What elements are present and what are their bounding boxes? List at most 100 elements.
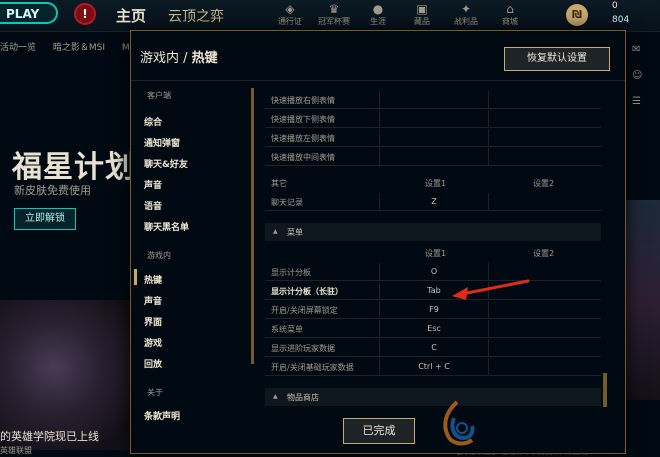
action-label: 开启/关闭基础玩家数据 xyxy=(271,363,354,372)
top-navigation-bar: PLAY ! 主页 云顶之弈 ◈ 通行证 ♛ 冠军杯赛 ● 生涯 ▣ 藏品 ✦ … xyxy=(0,0,660,32)
modal-title-main: 游戏内 xyxy=(140,51,180,66)
subnav-item[interactable]: 活动一览 xyxy=(0,43,36,53)
sidebar-scrollbar[interactable] xyxy=(251,88,254,364)
nav-profile-button[interactable]: ♛ 冠军杯赛 xyxy=(312,0,356,32)
nav-bag-button[interactable]: ▣ 藏品 xyxy=(400,0,444,32)
sidebar-item-blocklist[interactable]: 聊天黑名单 xyxy=(144,220,189,233)
action-label: 快速播放中间表情 xyxy=(271,153,335,162)
done-button[interactable]: 已完成 xyxy=(343,418,415,444)
key-binding-slot-1[interactable]: Tab xyxy=(379,282,489,300)
column-header-setting-2: 设置2 xyxy=(533,249,555,258)
loot-icon: ✦ xyxy=(460,2,472,16)
table-row: 系统菜单 Esc xyxy=(265,320,601,338)
sidebar-item-terms[interactable]: 条款声明 xyxy=(144,409,180,422)
table-row: 开启/关闭基础玩家数据 Ctrl + C xyxy=(265,358,601,376)
nav-loot-label: 战利品 xyxy=(454,17,478,26)
key-binding-slot-1[interactable]: F9 xyxy=(379,301,489,319)
sidebar-item-chat-friends[interactable]: 聊天&好友 xyxy=(144,157,188,170)
menu-section-header: 设置1 设置2 xyxy=(265,244,601,262)
key-binding-slot-1[interactable]: Esc xyxy=(379,320,489,338)
table-row: 开启/关闭屏幕锁定 F9 xyxy=(265,301,601,319)
action-label: 显示计分板（长驻） xyxy=(271,287,343,296)
action-label: 聊天记录 xyxy=(271,198,303,207)
table-row: 聊天记录 Z xyxy=(265,193,601,211)
news-caption[interactable]: 的英雄学院现已上线 xyxy=(0,428,99,444)
sidebar-item-interface[interactable]: 界面 xyxy=(144,315,162,328)
action-label: 开启/关闭屏幕锁定 xyxy=(271,306,338,315)
reset-defaults-button[interactable]: 恢复默认设置 xyxy=(504,47,610,71)
sidebar-heading-ingame: 游戏内 xyxy=(147,251,171,260)
mail-icon[interactable]: ✉ xyxy=(632,44,656,70)
modal-title: 游戏内 / 热键 xyxy=(140,47,218,66)
content-scrollbar[interactable] xyxy=(603,373,607,407)
watermark-logo xyxy=(443,400,475,446)
action-label: 快速播放下侧表情 xyxy=(271,115,335,124)
nav-icon-group: ◈ 通行证 ♛ 冠军杯赛 ● 生涯 ▣ 藏品 ✦ 战利品 ⌂ 商城 xyxy=(268,0,532,32)
action-label: 显示进阶玩家数据 xyxy=(271,344,335,353)
coin-icon[interactable]: ₪ xyxy=(566,4,588,26)
sidebar-heading-about: 关于 xyxy=(147,388,163,397)
store-icon: ⌂ xyxy=(506,2,514,16)
hotkey-table: 快速播放右侧表情 快速播放下侧表情 快速播放左侧表情 快速播放中间表情 其它 设… xyxy=(265,87,611,417)
sidebar-item-voice[interactable]: 语音 xyxy=(144,199,162,212)
promo-subtitle: 新皮肤免费使用 xyxy=(14,184,91,197)
key-binding-slot-1[interactable]: O xyxy=(379,263,489,281)
subnav-item[interactable]: M xyxy=(122,43,130,53)
nav-bag-label: 藏品 xyxy=(414,17,430,26)
sidebar-item-game[interactable]: 游戏 xyxy=(144,336,162,349)
settings-sidebar: 客户端 综合 通知弹窗 聊天&好友 声音 语音 聊天黑名单 游戏内 热键 声音 … xyxy=(131,86,257,426)
sidebar-item-replay[interactable]: 回放 xyxy=(144,357,162,370)
nav-collection-label: 生涯 xyxy=(370,17,386,26)
play-button[interactable]: PLAY xyxy=(0,2,58,24)
sidebar-item-ingame-sound[interactable]: 声音 xyxy=(144,294,162,307)
expand-arrow-icon: ▲ xyxy=(273,228,278,235)
action-label: 系统菜单 xyxy=(271,325,303,334)
table-row: 快速播放中间表情 xyxy=(265,148,601,166)
table-row: 快速播放下侧表情 xyxy=(265,110,601,128)
nav-loot-button[interactable]: ✦ 战利品 xyxy=(444,0,488,32)
column-header-setting-2: 设置2 xyxy=(533,179,555,188)
column-header-setting-1: 设置1 xyxy=(425,179,447,188)
sidebar-item-notifications[interactable]: 通知弹窗 xyxy=(144,136,180,149)
key-binding-slot-1[interactable]: Z xyxy=(379,193,489,211)
modal-header: 游戏内 / 热键 恢复默认设置 xyxy=(131,31,625,81)
menu-section-toggle[interactable]: ▲ 菜单 xyxy=(265,223,601,241)
alert-icon[interactable]: ! xyxy=(74,3,96,25)
nav-store-button[interactable]: ⌂ 商城 xyxy=(488,0,532,32)
settings-modal: 游戏内 / 热键 恢复默认设置 客户端 综合 通知弹窗 聊天&好友 声音 语音 … xyxy=(130,30,626,454)
nav-pass-button[interactable]: ◈ 通行证 xyxy=(268,0,312,32)
table-row: 快速播放左侧表情 xyxy=(265,129,601,147)
sidebar-item-hotkeys[interactable]: 热键 xyxy=(144,273,162,286)
collection-icon: ● xyxy=(372,2,384,16)
nav-tft[interactable]: 云顶之弈 xyxy=(168,6,224,26)
action-label: 显示计分板 xyxy=(271,268,311,277)
sidebar-active-indicator xyxy=(134,269,137,285)
table-row: 快速播放右侧表情 xyxy=(265,91,601,109)
column-header-setting-1: 设置1 xyxy=(425,249,447,258)
key-binding-slot-1[interactable] xyxy=(379,129,489,147)
modal-title-separator: / xyxy=(179,51,192,66)
rp-balance: 0 xyxy=(612,1,618,11)
pass-icon: ◈ xyxy=(285,2,295,16)
chat-icon[interactable]: ☰ xyxy=(632,96,656,122)
key-binding-slot-1[interactable] xyxy=(379,148,489,166)
other-header-title: 其它 xyxy=(271,179,287,188)
sidebar-item-sound[interactable]: 声音 xyxy=(144,178,162,191)
promo-title: 福星计划 xyxy=(12,150,136,185)
action-label: 快速播放左侧表情 xyxy=(271,134,335,143)
friend-icon[interactable]: ☺ xyxy=(632,70,656,96)
nav-pass-label: 通行证 xyxy=(278,17,302,26)
subnav-item[interactable]: 暗之影＆MSI xyxy=(53,43,105,53)
right-social-icons: ✉ ☺ ☰ xyxy=(632,44,656,122)
modal-title-sub: 热键 xyxy=(191,51,218,66)
action-label: 快速播放右侧表情 xyxy=(271,96,335,105)
key-binding-slot-1[interactable] xyxy=(379,91,489,109)
promo-unlock-button[interactable]: 立即解锁 xyxy=(14,208,76,230)
key-binding-slot-1[interactable]: Ctrl + C xyxy=(379,358,489,376)
key-binding-slot-1[interactable]: C xyxy=(379,339,489,357)
sidebar-heading-client: 客户端 xyxy=(147,91,171,100)
sidebar-item-general[interactable]: 综合 xyxy=(144,115,162,128)
nav-collection-button[interactable]: ● 生涯 xyxy=(356,0,400,32)
key-binding-slot-1[interactable] xyxy=(379,110,489,128)
nav-home[interactable]: 主页 xyxy=(116,5,146,26)
